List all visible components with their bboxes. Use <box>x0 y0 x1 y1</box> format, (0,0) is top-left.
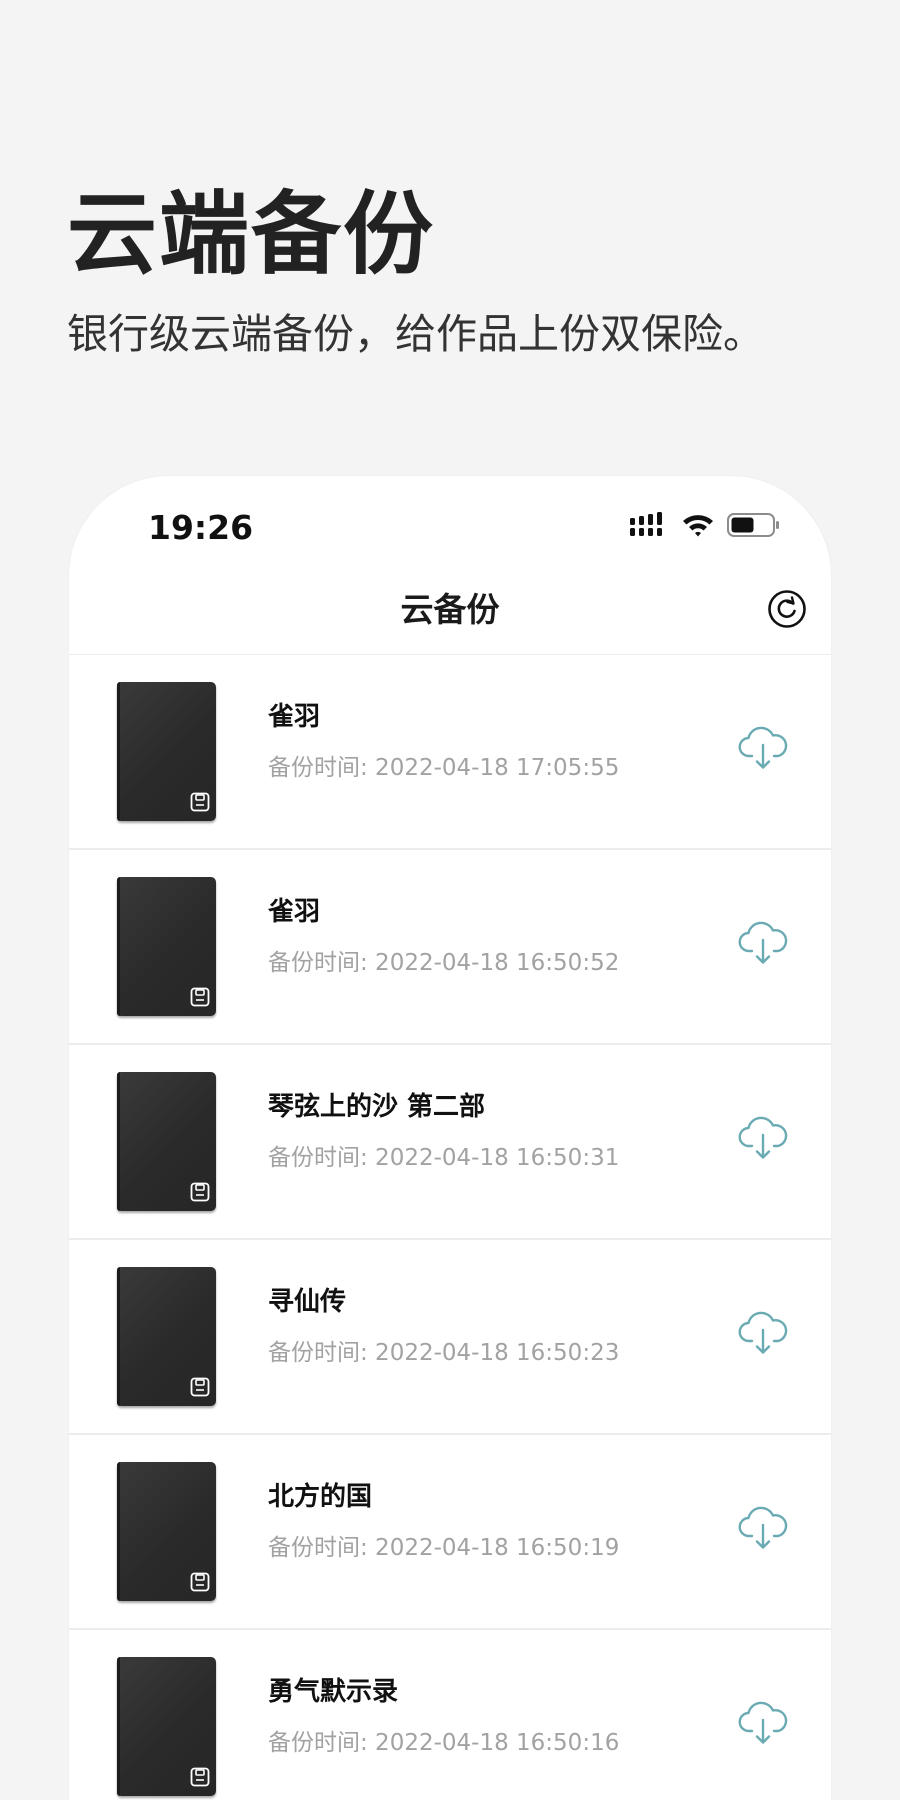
backup-time: 备份时间: 2022-04-18 16:50:31 <box>268 1145 620 1171</box>
cloud-download-icon[interactable] <box>738 725 788 773</box>
signal-icon <box>630 512 662 536</box>
save-icon <box>190 1572 210 1592</box>
cloud-download-icon[interactable] <box>738 1505 788 1553</box>
book-cover <box>117 877 216 1016</box>
list-item[interactable]: 寻仙传 备份时间: 2022-04-18 16:50:23 <box>69 1240 831 1435</box>
cloud-download-icon[interactable] <box>738 1700 788 1748</box>
list-item[interactable]: 北方的国 备份时间: 2022-04-18 16:50:19 <box>69 1435 831 1630</box>
book-title: 北方的国 <box>268 1482 373 1512</box>
backup-time: 备份时间: 2022-04-18 16:50:16 <box>268 1730 620 1756</box>
page-title: 云备份 <box>400 590 500 629</box>
phone-mockup: 19:26 云备份 雀羽 备份时间: 2022-04-18 17:05:55 雀… <box>69 476 831 1800</box>
hero-subtitle: 银行级云端备份，给作品上份双保险。 <box>67 310 764 358</box>
book-cover <box>117 1267 216 1406</box>
backup-time: 备份时间: 2022-04-18 16:50:52 <box>268 950 620 976</box>
save-icon <box>190 1767 210 1787</box>
cloud-download-icon[interactable] <box>738 1310 788 1358</box>
cloud-download-icon[interactable] <box>738 1115 788 1163</box>
status-bar: 19:26 <box>69 476 831 576</box>
nav-bar: 云备份 <box>69 576 831 655</box>
book-title: 雀羽 <box>268 897 321 927</box>
save-icon <box>190 792 210 812</box>
book-title: 琴弦上的沙 第二部 <box>268 1092 486 1122</box>
book-cover <box>117 1657 216 1796</box>
book-title: 雀羽 <box>268 702 321 732</box>
backup-time: 备份时间: 2022-04-18 16:50:19 <box>268 1535 620 1561</box>
status-icons <box>629 512 781 538</box>
cloud-download-icon[interactable] <box>738 920 788 968</box>
save-icon <box>190 987 210 1007</box>
list-item[interactable]: 雀羽 备份时间: 2022-04-18 16:50:52 <box>69 850 831 1045</box>
wifi-icon <box>683 515 713 537</box>
battery-icon <box>727 513 779 537</box>
book-title: 勇气默示录 <box>268 1677 399 1707</box>
list-item[interactable]: 雀羽 备份时间: 2022-04-18 17:05:55 <box>69 655 831 850</box>
refresh-icon[interactable] <box>767 589 807 629</box>
hero-title: 云端备份 <box>67 182 435 287</box>
promo-page: 云端备份 银行级云端备份，给作品上份双保险。 19:26 云备份 雀羽 备份时间… <box>0 0 900 1800</box>
book-cover <box>117 1072 216 1211</box>
status-time: 19:26 <box>148 508 254 547</box>
book-title: 寻仙传 <box>268 1287 347 1317</box>
backup-time: 备份时间: 2022-04-18 17:05:55 <box>268 755 620 781</box>
book-cover <box>117 1462 216 1601</box>
backup-time: 备份时间: 2022-04-18 16:50:23 <box>268 1340 620 1366</box>
save-icon <box>190 1377 210 1397</box>
list-item[interactable]: 琴弦上的沙 第二部 备份时间: 2022-04-18 16:50:31 <box>69 1045 831 1240</box>
book-cover <box>117 682 216 821</box>
save-icon <box>190 1182 210 1202</box>
list-item[interactable]: 勇气默示录 备份时间: 2022-04-18 16:50:16 <box>69 1630 831 1800</box>
backup-list: 雀羽 备份时间: 2022-04-18 17:05:55 雀羽 备份时间: 20… <box>69 655 831 1800</box>
